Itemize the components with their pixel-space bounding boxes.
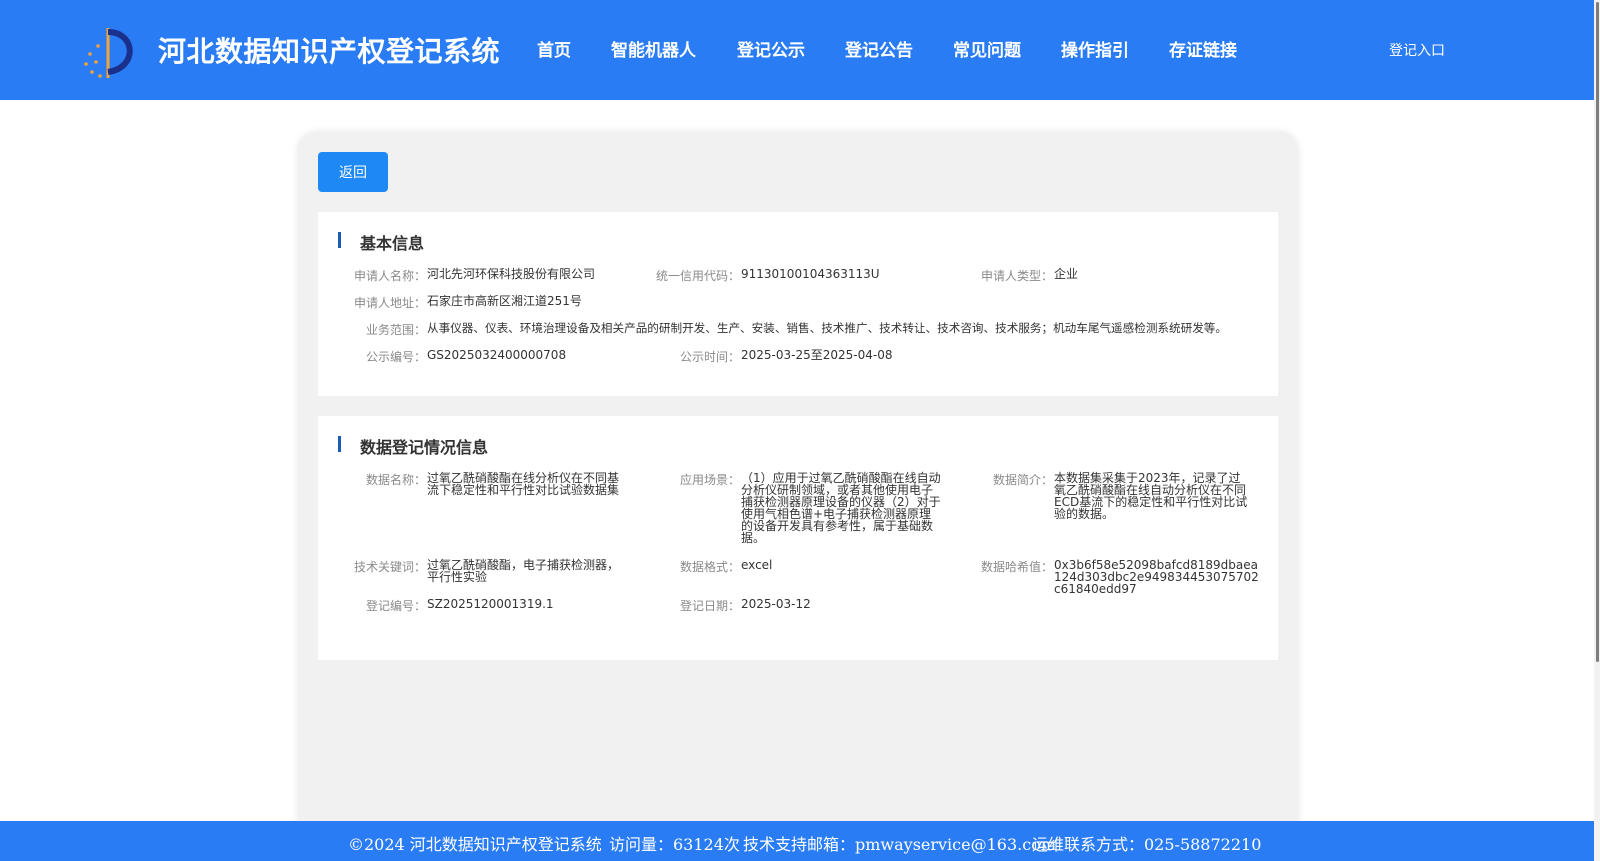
reg-date-value: 2025-03-12 bbox=[741, 597, 811, 611]
nav-registration-announcement[interactable]: 登记公告 bbox=[845, 36, 913, 61]
reg-no-value: SZ2025120001319.1 bbox=[427, 597, 554, 611]
summary-value: 本数据集采集于2023年，记录了过氧乙酰硝酸酯在线自动分析仪在不同ECD基流下的… bbox=[1054, 471, 1248, 521]
footer-visits: 访问量：63124次 bbox=[609, 835, 740, 854]
nav-operation-guide[interactable]: 操作指引 bbox=[1061, 36, 1129, 61]
credit-code-value: 91130100104363113U bbox=[741, 267, 880, 281]
notice-no-label: 公示编号： bbox=[365, 350, 426, 364]
page-scrollbar-thumb[interactable] bbox=[1596, 2, 1599, 662]
credit-code-label: 统一信用代码： bbox=[655, 269, 740, 283]
footer-copyright: ©2024 河北数据知识产权登记系统 bbox=[348, 835, 602, 854]
scenario-label: 应用场景： bbox=[679, 473, 740, 487]
business-scope-value: 从事仪器、仪表、环境治理设备及相关产品的研制开发、生产、安装、销售、技术推广、技… bbox=[427, 321, 1227, 335]
footer-phone: 运维联系方式：025-58872210 bbox=[1032, 835, 1262, 854]
data-name-label: 数据名称： bbox=[365, 473, 426, 487]
nav-registration-publicity[interactable]: 登记公示 bbox=[737, 36, 805, 61]
applicant-name-value: 河北先河环保科技股份有限公司 bbox=[427, 267, 596, 281]
keywords-value: 过氧乙酰硝酸酯，电子捕获检测器，平行性实验 bbox=[427, 558, 620, 584]
section-marker bbox=[338, 232, 341, 248]
back-button[interactable]: 返回 bbox=[318, 152, 388, 192]
notice-no-value: GS2025032400000708 bbox=[427, 348, 567, 362]
data-name-value: 过氧乙酰硝酸酯在线分析仪在不同基流下稳定性和平行性对比试验数据集 bbox=[427, 471, 620, 497]
section-marker bbox=[338, 436, 341, 452]
reg-date-label: 登记日期： bbox=[679, 599, 740, 613]
top-header: 河北数据知识产权登记系统 首页 智能机器人 登记公示 登记公告 常见问题 操作指… bbox=[0, 0, 1594, 100]
nav-home[interactable]: 首页 bbox=[537, 36, 571, 61]
reg-no-label: 登记编号： bbox=[365, 599, 426, 613]
footer-support-email: 技术支持邮箱：pmwayservice@163.com bbox=[743, 835, 1056, 854]
notice-time-value: 2025-03-25至2025-04-08 bbox=[741, 348, 893, 362]
address-label: 申请人地址： bbox=[353, 296, 426, 310]
data-info-title: 数据登记情况信息 bbox=[360, 438, 489, 457]
applicant-type-value: 企业 bbox=[1054, 267, 1079, 281]
login-link[interactable]: 登记入口 bbox=[1389, 40, 1445, 60]
hash-value: 0x3b6f58e52098bafcd8189dbaea124d303dbc2e… bbox=[1054, 558, 1259, 596]
emblem-logo-icon bbox=[84, 28, 133, 78]
format-label: 数据格式： bbox=[679, 560, 740, 574]
keywords-label: 技术关键词： bbox=[353, 560, 426, 574]
applicant-type-label: 申请人类型： bbox=[980, 269, 1053, 283]
nav-smart-robot[interactable]: 智能机器人 bbox=[611, 36, 696, 61]
summary-label: 数据简介： bbox=[992, 473, 1053, 487]
site-title: 河北数据知识产权登记系统 bbox=[158, 35, 501, 68]
footer: ©2024 河北数据知识产权登记系统 访问量：63124次 技术支持邮箱：pmw… bbox=[0, 821, 1594, 861]
business-scope-label: 业务范围： bbox=[365, 323, 426, 337]
applicant-name-label: 申请人名称： bbox=[353, 269, 426, 283]
hash-label: 数据哈希值： bbox=[980, 560, 1053, 574]
basic-info-title: 基本信息 bbox=[360, 234, 425, 253]
nav-faq[interactable]: 常见问题 bbox=[953, 36, 1021, 61]
format-value: excel bbox=[741, 558, 773, 572]
address-value: 石家庄市高新区湘江道251号 bbox=[427, 294, 582, 308]
notice-time-label: 公示时间： bbox=[679, 350, 740, 364]
scenario-value: （1）应用于过氧乙酰硝酸酯在线自动分析仪研制领域，或者其他使用电子捕获检测器原理… bbox=[741, 471, 941, 545]
nav-evidence-link[interactable]: 存证链接 bbox=[1169, 36, 1237, 61]
